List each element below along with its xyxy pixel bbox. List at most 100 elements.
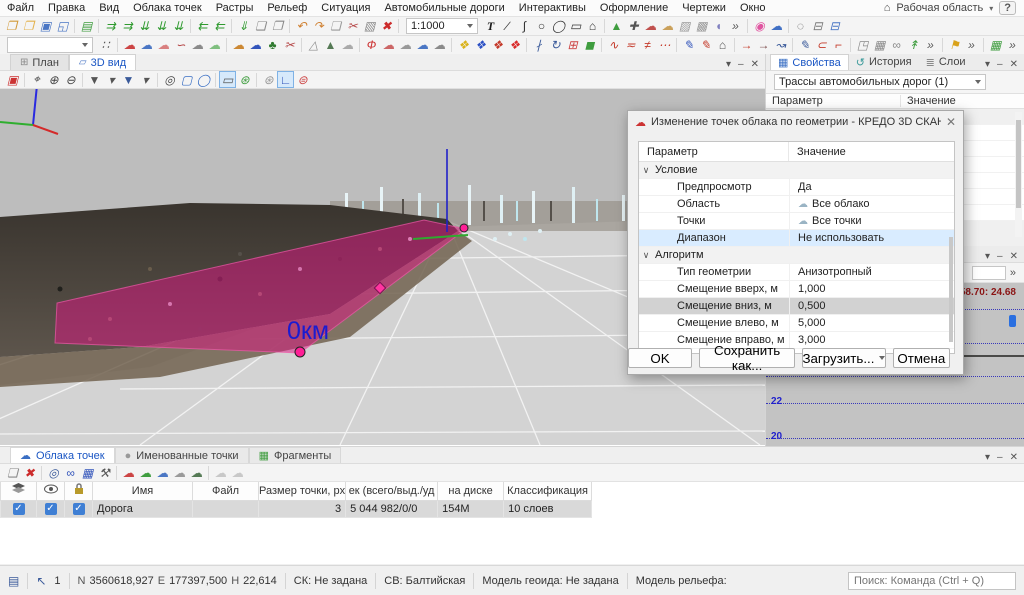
- dialog-row[interactable]: Диапазон Не использовать: [639, 230, 954, 247]
- paste-icon[interactable]: ▧: [361, 18, 378, 35]
- filter-points-icon[interactable]: ▼: [120, 71, 137, 88]
- param-value[interactable]: 1,000: [789, 281, 954, 297]
- dialog-row[interactable]: Область ☁Все облако: [639, 196, 954, 213]
- circle-tool-icon[interactable]: ◯: [550, 18, 567, 35]
- save-all-icon[interactable]: ◱: [54, 18, 71, 35]
- road-icon[interactable]: ▦: [987, 37, 1004, 54]
- checker-icon[interactable]: ▦: [871, 37, 888, 54]
- cloud-solid-icon[interactable]: ☁: [431, 37, 448, 54]
- dialog-titlebar[interactable]: ☁ Изменение точек облака по геометрии - …: [628, 111, 963, 133]
- curve-c-icon[interactable]: ⊂: [813, 37, 830, 54]
- copy-doc-icon[interactable]: ❏: [252, 18, 269, 35]
- close-icon[interactable]: ✕: [1010, 452, 1018, 463]
- menu-item[interactable]: Правка: [41, 1, 92, 15]
- bottom-tab[interactable]: ●Именованные точки: [115, 447, 249, 463]
- cloud-info-icon[interactable]: ☁: [120, 464, 137, 481]
- menu-item[interactable]: Ситуация: [314, 1, 377, 15]
- param-value[interactable]: Да: [789, 179, 954, 195]
- class-colors2-icon[interactable]: ❖: [472, 37, 489, 54]
- zoom-in-icon[interactable]: ⊕: [45, 71, 62, 88]
- column-points-count[interactable]: ек (всего/выд./уд: [346, 482, 438, 500]
- menu-item[interactable]: Облака точек: [126, 1, 209, 15]
- cloud-cut-icon[interactable]: ✂: [281, 37, 298, 54]
- resize-icon[interactable]: ◳: [854, 37, 871, 54]
- class-colors3-icon[interactable]: ❖: [489, 37, 506, 54]
- cloud-create-icon[interactable]: ☁: [121, 37, 138, 54]
- cloud-disabled2-icon[interactable]: ☁: [229, 464, 246, 481]
- zoom-cloud-icon[interactable]: ◎: [45, 464, 62, 481]
- pan-icon[interactable]: ⌖: [28, 71, 45, 88]
- scrollbar[interactable]: [949, 237, 953, 342]
- layers-column-icon[interactable]: [1, 482, 37, 500]
- classify-icon[interactable]: Ф: [363, 37, 380, 54]
- menu-item[interactable]: Автомобильные дороги: [377, 1, 511, 15]
- cut-icon[interactable]: ✂: [344, 18, 361, 35]
- param-value[interactable]: Анизотропный: [789, 264, 954, 280]
- column-file[interactable]: Файл: [193, 482, 259, 500]
- arrow-red-icon[interactable]: →: [738, 37, 755, 54]
- layer-checkbox[interactable]: ✓: [13, 503, 25, 515]
- import-model-icon[interactable]: ⇉: [102, 18, 119, 35]
- lamp-icon[interactable]: ⚑: [946, 37, 963, 54]
- cloud-ground-icon[interactable]: △: [305, 37, 322, 54]
- menu-item[interactable]: Вид: [92, 1, 126, 15]
- bottom-tab[interactable]: ▦Фрагменты: [249, 447, 342, 463]
- zoom-out-icon[interactable]: ⊖: [62, 71, 79, 88]
- ellipse-tool-icon[interactable]: ○: [533, 18, 550, 35]
- expander-icon[interactable]: ∨: [639, 165, 653, 176]
- orbit-gray-icon[interactable]: ⊛: [260, 71, 277, 88]
- arc-icon[interactable]: ↻: [547, 37, 564, 54]
- filter-caret2-icon[interactable]: ▾: [137, 71, 154, 88]
- polygon-tool-icon[interactable]: ⌂: [584, 18, 601, 35]
- properties-tab[interactable]: ↺История: [849, 54, 919, 70]
- zoom-select-icon[interactable]: ◎: [161, 71, 178, 88]
- cloud-blue2-icon[interactable]: ☁: [247, 37, 264, 54]
- layer-select[interactable]: [7, 37, 93, 53]
- param-value[interactable]: ☁Все облако: [789, 196, 954, 212]
- sketch-icon[interactable]: ◖: [710, 18, 727, 35]
- add-frame-icon[interactable]: ⊞: [564, 37, 581, 54]
- export-xml-icon[interactable]: ⇇: [194, 18, 211, 35]
- scale-select[interactable]: 1:1000: [406, 18, 478, 34]
- workspace-label[interactable]: Рабочая область: [896, 2, 983, 14]
- column-point-size[interactable]: Размер точки, px: [259, 482, 346, 500]
- cloud-point-icon[interactable]: ☁: [414, 37, 431, 54]
- cloud-filter-icon[interactable]: ☁: [768, 18, 785, 35]
- strike-line-icon[interactable]: ≠: [639, 37, 656, 54]
- param-value[interactable]: 0,500: [789, 298, 954, 314]
- menu-item[interactable]: Чертежи: [675, 1, 733, 15]
- cancel-button[interactable]: Отмена: [893, 348, 950, 368]
- overflow-icon[interactable]: »: [727, 18, 744, 35]
- polyline-red-icon[interactable]: ∿: [605, 37, 622, 54]
- viewport-tag-icon[interactable]: ▣: [4, 71, 21, 88]
- spline-tool-icon[interactable]: ∫: [516, 18, 533, 35]
- pencil-red-icon[interactable]: ✎: [697, 37, 714, 54]
- class-colors4-icon[interactable]: ❖: [506, 37, 523, 54]
- dialog-row[interactable]: ∨ Условие: [639, 162, 954, 179]
- surface-icon[interactable]: ▲: [608, 18, 625, 35]
- cloud-green-icon[interactable]: ☁: [206, 37, 223, 54]
- dialog-row[interactable]: Смещение влево, м 5,000: [639, 315, 954, 332]
- window-layout2-icon[interactable]: ⊟: [826, 18, 843, 35]
- cloud-relief-icon[interactable]: ☁: [188, 464, 205, 481]
- close-icon[interactable]: ✕: [1010, 251, 1018, 262]
- cloud-vegetation-icon[interactable]: ♣: [264, 37, 281, 54]
- panel-menu-icon[interactable]: ▾: [726, 59, 731, 70]
- save-as-button[interactable]: Сохранить как...: [699, 348, 795, 368]
- cloud-left-icon[interactable]: ☁: [189, 37, 206, 54]
- expander-icon[interactable]: ∨: [639, 250, 653, 261]
- dialog-row[interactable]: Смещение вниз, м 0,500: [639, 298, 954, 315]
- trajectory-icon[interactable]: ∤: [530, 37, 547, 54]
- import-dxf-icon[interactable]: ⇊: [153, 18, 170, 35]
- cloud-download2-icon[interactable]: ☁: [154, 464, 171, 481]
- house-tool-icon[interactable]: ⌂: [714, 37, 731, 54]
- plotter-icon[interactable]: ▤: [8, 574, 19, 588]
- param-value[interactable]: [789, 247, 954, 263]
- bottom-tab[interactable]: ☁Облака точек: [10, 447, 115, 463]
- orbit-icon[interactable]: ⊛: [236, 71, 253, 88]
- import-pin-icon[interactable]: ⇊: [136, 18, 153, 35]
- cloud-section-icon[interactable]: ∽: [172, 37, 189, 54]
- help-button[interactable]: ?: [999, 1, 1016, 15]
- param-value[interactable]: ☁Все точки: [789, 213, 954, 229]
- menu-item[interactable]: Оформление: [593, 1, 675, 15]
